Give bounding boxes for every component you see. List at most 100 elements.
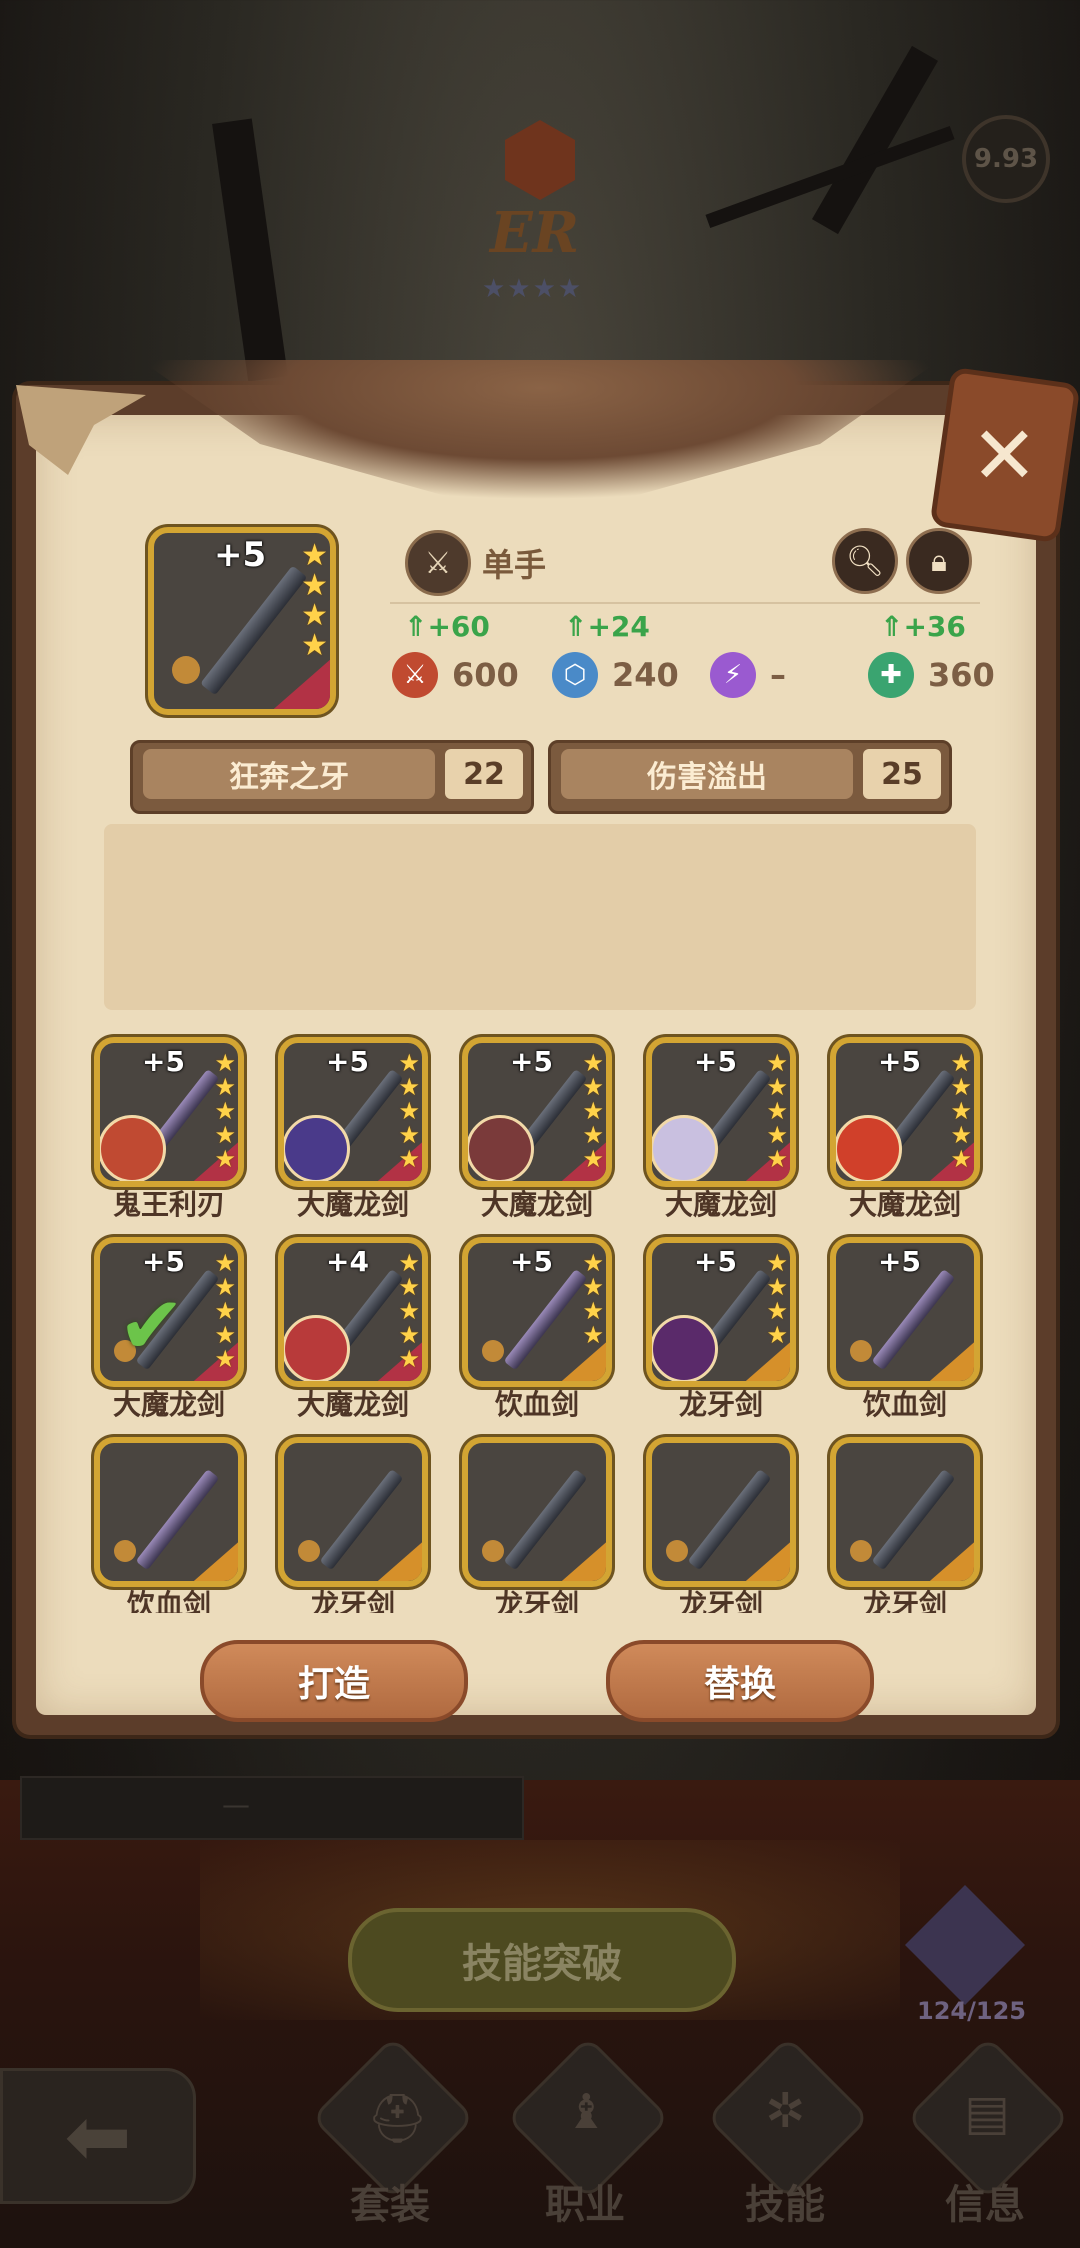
close-icon: ✕: [971, 408, 1039, 502]
weapon-hilt-icon: [113, 1539, 136, 1562]
star-rating: ★ ★ ★ ★ ★: [582, 1051, 604, 1171]
enhance-level: +5: [878, 1045, 921, 1078]
weapon-slot[interactable]: ★ ★ ★ ★ ★ +5: [462, 1037, 612, 1187]
hero-avatar: [468, 1115, 534, 1181]
star-icon: ★: [582, 1073, 604, 1101]
star-icon: ★: [214, 1049, 236, 1077]
weapon-name: 大魔龙剑: [664, 1188, 777, 1221]
weapon-blade-icon: [319, 1468, 405, 1571]
weapon-slot[interactable]: ★ ★ ★ ★ +5: [646, 1237, 796, 1387]
weapon-slot[interactable]: [94, 1437, 244, 1587]
star-icon: ★: [214, 1345, 236, 1373]
skill-slot-2[interactable]: 伤害溢出 25: [548, 740, 952, 814]
weapon-hilt-icon: [665, 1539, 688, 1562]
weapon-type-label: 单手: [482, 546, 547, 584]
dimmed-bar-text: —: [222, 1788, 250, 1821]
star-icon: ★: [398, 1073, 420, 1101]
weapon-blade-icon: [503, 1468, 589, 1571]
weapon-blade-icon: [135, 1468, 221, 1571]
stat-value: 360: [928, 656, 995, 694]
weapon-slot[interactable]: ★ ★ ★ ★ ★ +4: [278, 1237, 428, 1387]
weapon-slot[interactable]: [462, 1437, 612, 1587]
star-rating: ★ ★ ★ ★ ★: [398, 1251, 420, 1371]
defense-icon: ⬡: [552, 652, 598, 698]
selected-weapon-card[interactable]: ★ ★ ★ ★ +5: [148, 527, 336, 715]
weapon-slot[interactable]: ★ ★ ★ ★ +5: [462, 1237, 612, 1387]
weapon-name: 大魔龙剑: [480, 1188, 593, 1221]
close-button[interactable]: ✕: [929, 366, 1080, 544]
weapon-slot[interactable]: ★ ★ ★ ★ ★ ✔ +5: [94, 1237, 244, 1387]
monster-count: 124/125: [917, 1997, 1026, 2025]
nav-item-armor-set[interactable]: ⛑ 套装: [305, 2035, 476, 2240]
back-button[interactable]: ⬅: [0, 2068, 196, 2204]
power-score-badge: 9.93: [962, 115, 1050, 203]
weapon-name: 饮血剑: [494, 1388, 579, 1421]
star-icon: ★: [398, 1097, 420, 1125]
star-icon: ★: [766, 1097, 788, 1125]
enhance-level: +5: [878, 1245, 921, 1278]
nav-label: 信息: [945, 2182, 1025, 2228]
weapon-slot[interactable]: ★ ★ ★ ★ ★ +5: [646, 1037, 796, 1187]
enhance-level: +5: [142, 1245, 185, 1278]
weapon-blade-icon: [871, 1468, 957, 1571]
stat-value: –: [770, 656, 786, 694]
star-icon: ★: [582, 1145, 604, 1173]
star-icon: ★: [301, 628, 328, 663]
weapon-name: 饮血剑: [862, 1388, 947, 1421]
rarity-corner: [273, 659, 330, 709]
hero-avatar: [284, 1115, 350, 1181]
weapon-name: 龙牙剑: [678, 1388, 763, 1421]
nav-item-info[interactable]: ▤ 信息: [900, 2035, 1071, 2240]
hp-icon: ✚: [868, 652, 914, 698]
weapon-slot[interactable]: [278, 1437, 428, 1587]
rank-gem-icon: [505, 120, 575, 200]
star-icon: ★: [582, 1097, 604, 1125]
dimmed-bar: —: [20, 1776, 524, 1840]
weapon-slot[interactable]: ★ ★ ★ ★ ★ +5: [278, 1037, 428, 1187]
stat-increase: ⇑+36: [880, 610, 966, 643]
weapon-inventory-grid[interactable]: ★ ★ ★ ★ ★ +5 鬼王利刃 ★ ★ ★ ★ ★ +5 大魔龙剑 ★ ★ ★ ★ ★ +5 大魔龙剑 ★ ★ ★ ★ ★ +5…: [90, 1025, 990, 1613]
star-icon: ★: [301, 568, 328, 603]
star-rating: ★ ★ ★ ★: [766, 1251, 788, 1347]
weapon-slot[interactable]: +5: [830, 1237, 980, 1387]
hero-avatar: [652, 1315, 718, 1381]
star-icon: ★: [766, 1073, 788, 1101]
rank-emblem: ER ★★★★: [470, 100, 610, 304]
weapon-name: 大魔龙剑: [112, 1388, 225, 1421]
weapon-blade-icon: [687, 1468, 773, 1571]
lock-button[interactable]: 🔒︎: [906, 528, 972, 594]
weapon-hilt-icon: [849, 1539, 872, 1562]
weapon-slot[interactable]: ★ ★ ★ ★ ★ +5: [94, 1037, 244, 1187]
star-icon: ★: [766, 1297, 788, 1325]
weapon-blade-icon: [871, 1268, 957, 1371]
star-rating: ★ ★ ★ ★ ★: [214, 1051, 236, 1171]
star-icon: ★: [214, 1249, 236, 1277]
star-icon: ★: [398, 1049, 420, 1077]
weapon-slot[interactable]: [646, 1437, 796, 1587]
weapon-slot[interactable]: [830, 1437, 980, 1587]
star-icon: ★: [214, 1321, 236, 1349]
inspect-button[interactable]: 🔍︎: [832, 528, 898, 594]
skill-icon-glyph: ✲: [765, 2083, 806, 2140]
star-icon: ★: [214, 1121, 236, 1149]
skill-breakthrough-button[interactable]: 技能突破: [348, 1908, 736, 2012]
enhance-level: +4: [326, 1245, 369, 1278]
rank-stars: ★★★★: [482, 274, 584, 304]
armor-set-icon-glyph: ⛑: [366, 2091, 428, 2148]
replace-button[interactable]: 替换: [606, 1640, 874, 1722]
nav-item-class[interactable]: ♝ 职业: [500, 2035, 671, 2240]
weapon-hilt-icon: [481, 1539, 504, 1562]
forge-button[interactable]: 打造: [200, 1640, 468, 1722]
star-icon: ★: [950, 1121, 972, 1149]
hero-avatar: [836, 1115, 902, 1181]
weapon-name: 龙牙剑: [862, 1588, 947, 1613]
weapon-slot[interactable]: ★ ★ ★ ★ ★ +5: [830, 1037, 980, 1187]
weapon-hilt-icon: [849, 1339, 872, 1362]
star-icon: ★: [398, 1273, 420, 1301]
skill-name: 伤害溢出: [561, 749, 853, 799]
nav-label: 技能: [745, 2182, 825, 2228]
skill-slot-1[interactable]: 狂奔之牙 22: [130, 740, 534, 814]
nav-item-skill[interactable]: ✲ 技能: [700, 2035, 871, 2240]
enhance-level: +5: [694, 1045, 737, 1078]
rarity-corner: [745, 1542, 790, 1581]
